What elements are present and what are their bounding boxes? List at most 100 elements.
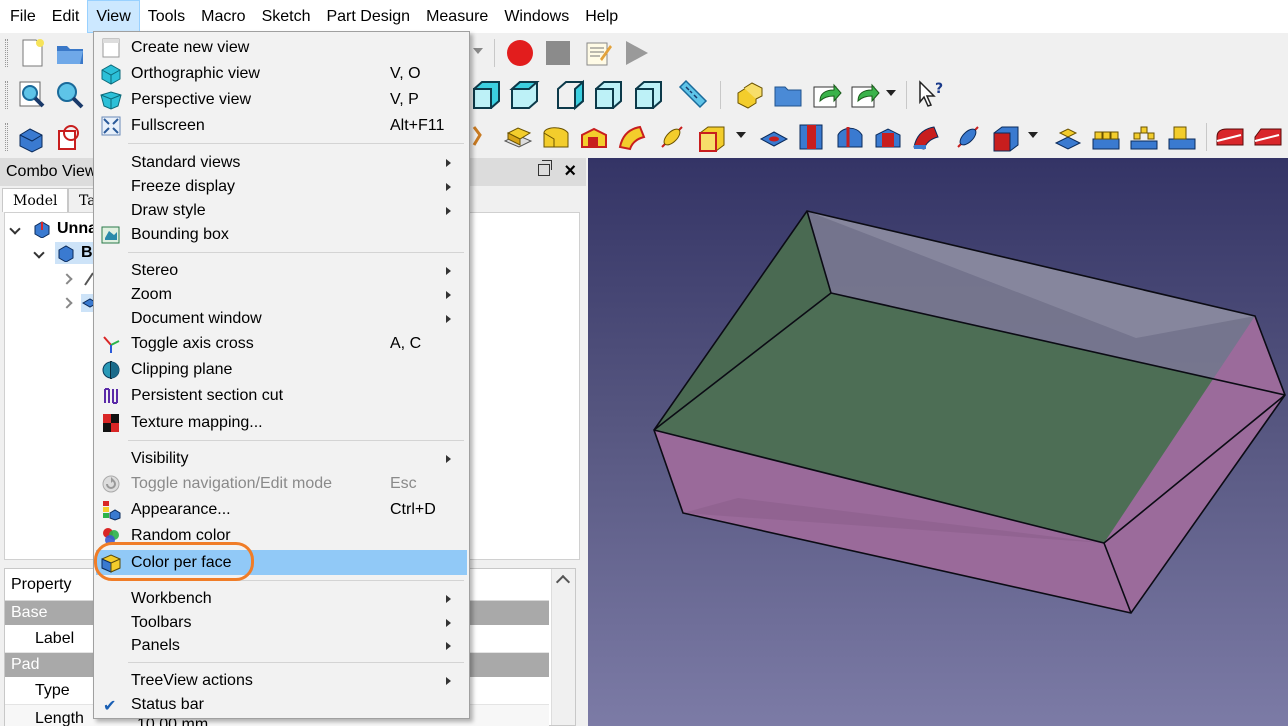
menu-item-visibility[interactable]: Visibility (96, 446, 467, 471)
menu-item-create-new-view[interactable]: Create new view (96, 35, 467, 60)
subtractive-pipe-icon[interactable] (910, 121, 942, 153)
3d-viewport[interactable] (588, 158, 1288, 726)
stop-macro-icon[interactable] (542, 37, 574, 69)
menu-view[interactable]: View (87, 0, 140, 33)
menu-item-status-bar[interactable]: ✔ Status bar (96, 692, 467, 717)
view-right-icon[interactable] (554, 79, 586, 111)
tree-row-body[interactable]: B (33, 241, 99, 265)
chevron-right-icon[interactable] (61, 273, 73, 285)
menu-item-texture-mapping[interactable]: Texture mapping... (96, 410, 467, 435)
link-actions-icon[interactable] (848, 79, 880, 111)
create-link-icon[interactable] (810, 79, 842, 111)
subtractive-primitive-icon[interactable] (990, 121, 1022, 153)
create-group-icon[interactable] (772, 79, 804, 111)
execute-macro-icon[interactable] (620, 37, 652, 69)
pad-icon[interactable] (502, 121, 534, 153)
open-folder-icon[interactable] (54, 37, 86, 69)
toolbar-grip[interactable] (5, 39, 8, 67)
mirrored-icon[interactable] (1052, 121, 1084, 153)
menu-edit[interactable]: Edit (44, 0, 88, 33)
multitransform-icon[interactable] (1166, 121, 1198, 153)
float-panel-icon[interactable] (538, 160, 552, 176)
toolbar-grip[interactable] (5, 81, 8, 109)
additive-loft-icon[interactable] (578, 121, 610, 153)
subtractive-loft-icon[interactable] (872, 121, 904, 153)
menu-part-design[interactable]: Part Design (318, 0, 418, 33)
menu-item-freeze-display[interactable]: Freeze display (96, 174, 467, 199)
menu-item-zoom[interactable]: Zoom (96, 282, 467, 307)
close-panel-icon[interactable]: × (564, 161, 576, 181)
tree-row-document[interactable]: Unna (9, 217, 97, 241)
view-front-icon[interactable] (470, 79, 502, 111)
menu-item-document-window[interactable]: Document window (96, 306, 467, 331)
fit-selection-icon[interactable] (54, 79, 86, 111)
submenu-arrow-icon (446, 159, 451, 167)
polar-pattern-icon[interactable] (1128, 121, 1160, 153)
menu-item-workbench[interactable]: Workbench (96, 586, 467, 611)
pocket-icon[interactable] (758, 121, 790, 153)
macro-editor-icon[interactable] (582, 37, 614, 69)
tree-row-origin[interactable] (61, 267, 97, 291)
menu-windows[interactable]: Windows (496, 0, 577, 33)
menu-item-toggle-axis-cross[interactable]: Toggle axis cross A, C (96, 331, 467, 356)
scroll-up-icon[interactable] (555, 574, 571, 590)
menu-item-appearance[interactable]: Appearance... Ctrl+D (96, 497, 467, 522)
linear-pattern-icon[interactable] (1090, 121, 1122, 153)
menu-item-persistent-section-cut[interactable]: Persistent section cut (96, 383, 467, 408)
fillet-icon[interactable] (1214, 121, 1246, 153)
tab-model[interactable]: Model (2, 188, 68, 212)
menu-item-fullscreen[interactable]: Fullscreen Alt+F11 (96, 113, 467, 138)
chevron-right-icon[interactable] (61, 297, 73, 309)
menu-separator (128, 440, 464, 441)
chevron-down-icon[interactable] (33, 247, 45, 259)
new-document-icon[interactable] (16, 37, 48, 69)
measure-distance-icon[interactable] (676, 79, 708, 111)
link-dropdown-arrow[interactable] (886, 90, 896, 96)
menu-item-standard-views[interactable]: Standard views (96, 150, 467, 175)
additive-pipe-icon[interactable] (616, 121, 648, 153)
view-rear-icon[interactable] (592, 79, 624, 111)
create-part-icon[interactable] (734, 79, 766, 111)
menu-item-stereo[interactable]: Stereo (96, 258, 467, 283)
menu-sketch[interactable]: Sketch (254, 0, 319, 33)
chamfer-icon[interactable] (1252, 121, 1284, 153)
additive-helix-icon[interactable] (656, 121, 688, 153)
chevron-down-icon[interactable] (9, 223, 21, 235)
menu-item-treeview-actions[interactable]: TreeView actions (96, 668, 467, 693)
revolution-icon[interactable] (540, 121, 572, 153)
menu-item-panels[interactable]: Panels (96, 633, 467, 658)
whats-this-icon[interactable]: ? (916, 79, 948, 111)
groove-icon[interactable] (834, 121, 866, 153)
menu-item-clipping-plane[interactable]: Clipping plane (96, 357, 467, 382)
menu-item-toggle-navigation-edit-mode[interactable]: Toggle navigation/Edit mode Esc (96, 471, 467, 496)
menu-file[interactable]: File (2, 0, 44, 33)
toolbar-grip[interactable] (5, 123, 8, 151)
menu-tools[interactable]: Tools (140, 0, 193, 33)
record-macro-icon[interactable] (504, 37, 536, 69)
property-name: Length (35, 710, 84, 726)
menu-help[interactable]: Help (577, 0, 626, 33)
hole-icon[interactable] (796, 121, 828, 153)
subtractive-dropdown-arrow[interactable] (1028, 132, 1038, 138)
create-sketch-icon[interactable] (54, 121, 86, 153)
menu-measure[interactable]: Measure (418, 0, 496, 33)
menu-item-perspective-view[interactable]: Perspective view V, P (96, 87, 467, 112)
box-model-render[interactable] (588, 158, 1288, 726)
menu-item-toolbars[interactable]: Toolbars (96, 610, 467, 635)
submenu-arrow-icon (446, 642, 451, 650)
menu-item-bounding-box[interactable]: Bounding box (96, 222, 467, 247)
view-bottom-icon[interactable] (632, 79, 664, 111)
additive-dropdown-arrow[interactable] (736, 132, 746, 138)
create-body-icon[interactable] (16, 121, 48, 153)
view-top-icon[interactable] (508, 79, 540, 111)
menu-macro[interactable]: Macro (193, 0, 253, 33)
additive-primitive-icon[interactable] (696, 121, 728, 153)
fit-all-icon[interactable] (16, 79, 48, 111)
menu-item-orthographic-view[interactable]: Orthographic view V, O (96, 61, 467, 86)
menu-item-label: Freeze display (131, 178, 236, 195)
subtractive-helix-icon[interactable] (952, 121, 984, 153)
new-view-icon (100, 37, 122, 59)
workbench-dropdown-arrow[interactable] (473, 48, 483, 54)
menu-item-draw-style[interactable]: Draw style (96, 198, 467, 223)
property-scrollbar[interactable] (551, 569, 575, 725)
